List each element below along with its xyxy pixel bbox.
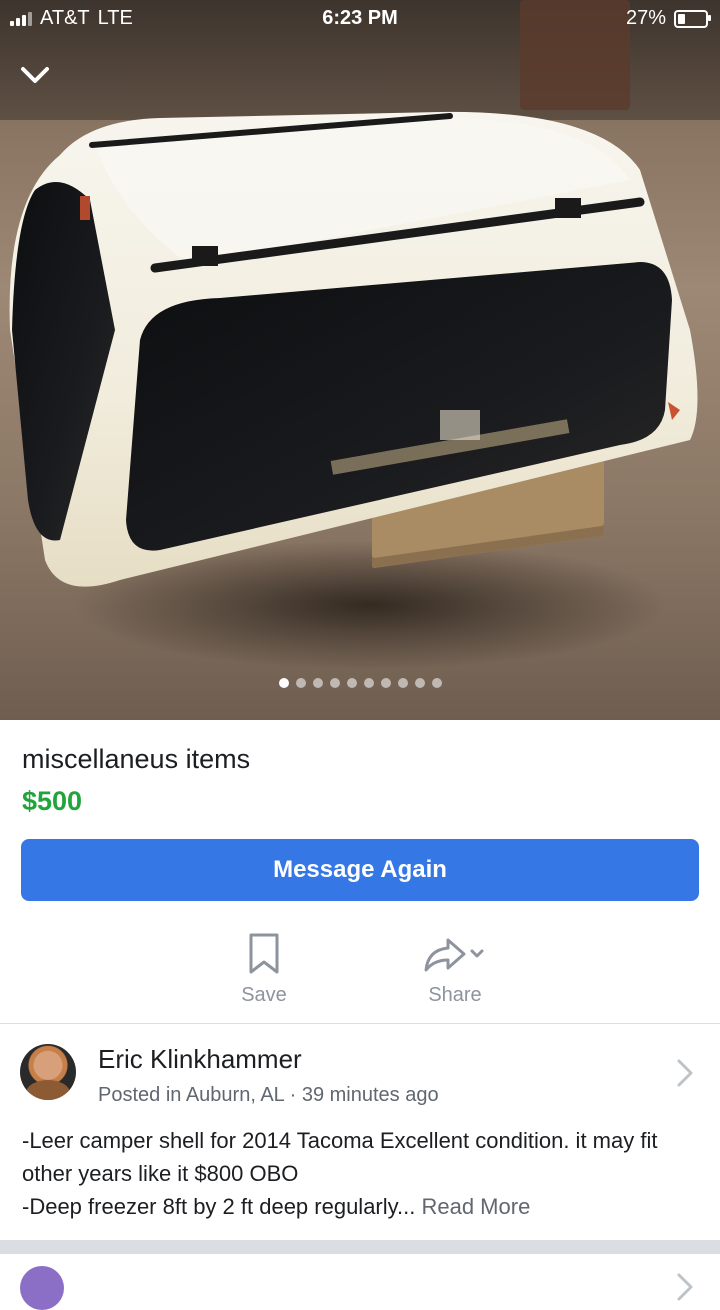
listing-description: -Leer camper shell for 2014 Tacoma Excel… xyxy=(22,1124,702,1223)
battery-icon xyxy=(674,9,711,28)
gallery-dot[interactable] xyxy=(278,678,289,688)
gallery-dot[interactable] xyxy=(312,678,323,688)
listing-photo[interactable] xyxy=(0,0,720,720)
section-separator xyxy=(0,1240,720,1254)
battery-fill xyxy=(678,13,685,24)
description-line-1: -Leer camper shell for 2014 Tacoma Excel… xyxy=(22,1128,658,1186)
camper-shell-image xyxy=(9,111,698,587)
gallery-dot[interactable] xyxy=(431,678,442,688)
listing-price: $500 xyxy=(22,786,83,816)
chevron-right-icon[interactable] xyxy=(676,1272,694,1302)
share-arrow-icon xyxy=(424,938,484,972)
seller-name[interactable]: Eric Klinkhammer xyxy=(98,1044,302,1075)
description-line-2-text: -Deep freezer 8ft by 2 ft deep regularly… xyxy=(22,1194,422,1219)
read-more-link[interactable]: Read More xyxy=(421,1194,530,1219)
description-line-2: -Deep freezer 8ft by 2 ft deep regularly… xyxy=(22,1190,702,1223)
post-meta: Posted in Auburn, AL · 39 minutes ago xyxy=(98,1084,439,1106)
share-label: Share xyxy=(428,984,482,1006)
next-section-avatar xyxy=(20,1266,64,1310)
gallery-dot[interactable] xyxy=(414,678,425,688)
gallery-dot[interactable] xyxy=(346,678,357,688)
gallery-dot[interactable] xyxy=(329,678,340,688)
clock: 6:23 PM xyxy=(322,7,398,29)
gallery-dot[interactable] xyxy=(363,678,374,688)
bookmark-icon xyxy=(249,933,279,974)
chevron-right-icon[interactable] xyxy=(676,1058,694,1088)
listing-title: miscellaneus items xyxy=(22,744,251,774)
gallery-dot[interactable] xyxy=(397,678,408,688)
chevron-down-icon[interactable] xyxy=(18,58,52,92)
save-label: Save xyxy=(241,984,287,1006)
gallery-pagination-dots xyxy=(0,678,720,688)
seller-avatar[interactable] xyxy=(20,1044,76,1100)
seller-row[interactable]: Eric Klinkhammer Posted in Auburn, AL · … xyxy=(0,1024,720,1120)
gallery-dot[interactable] xyxy=(380,678,391,688)
save-button[interactable]: Save xyxy=(204,930,324,1007)
share-button[interactable]: Share xyxy=(395,930,515,1007)
gallery-dot[interactable] xyxy=(295,678,306,688)
message-again-button[interactable]: Message Again xyxy=(21,839,699,901)
status-right: 27% xyxy=(625,7,711,30)
battery-percent: 27% xyxy=(625,7,666,29)
status-bar: AT&T LTE 6:23 PM 27% xyxy=(0,0,720,36)
